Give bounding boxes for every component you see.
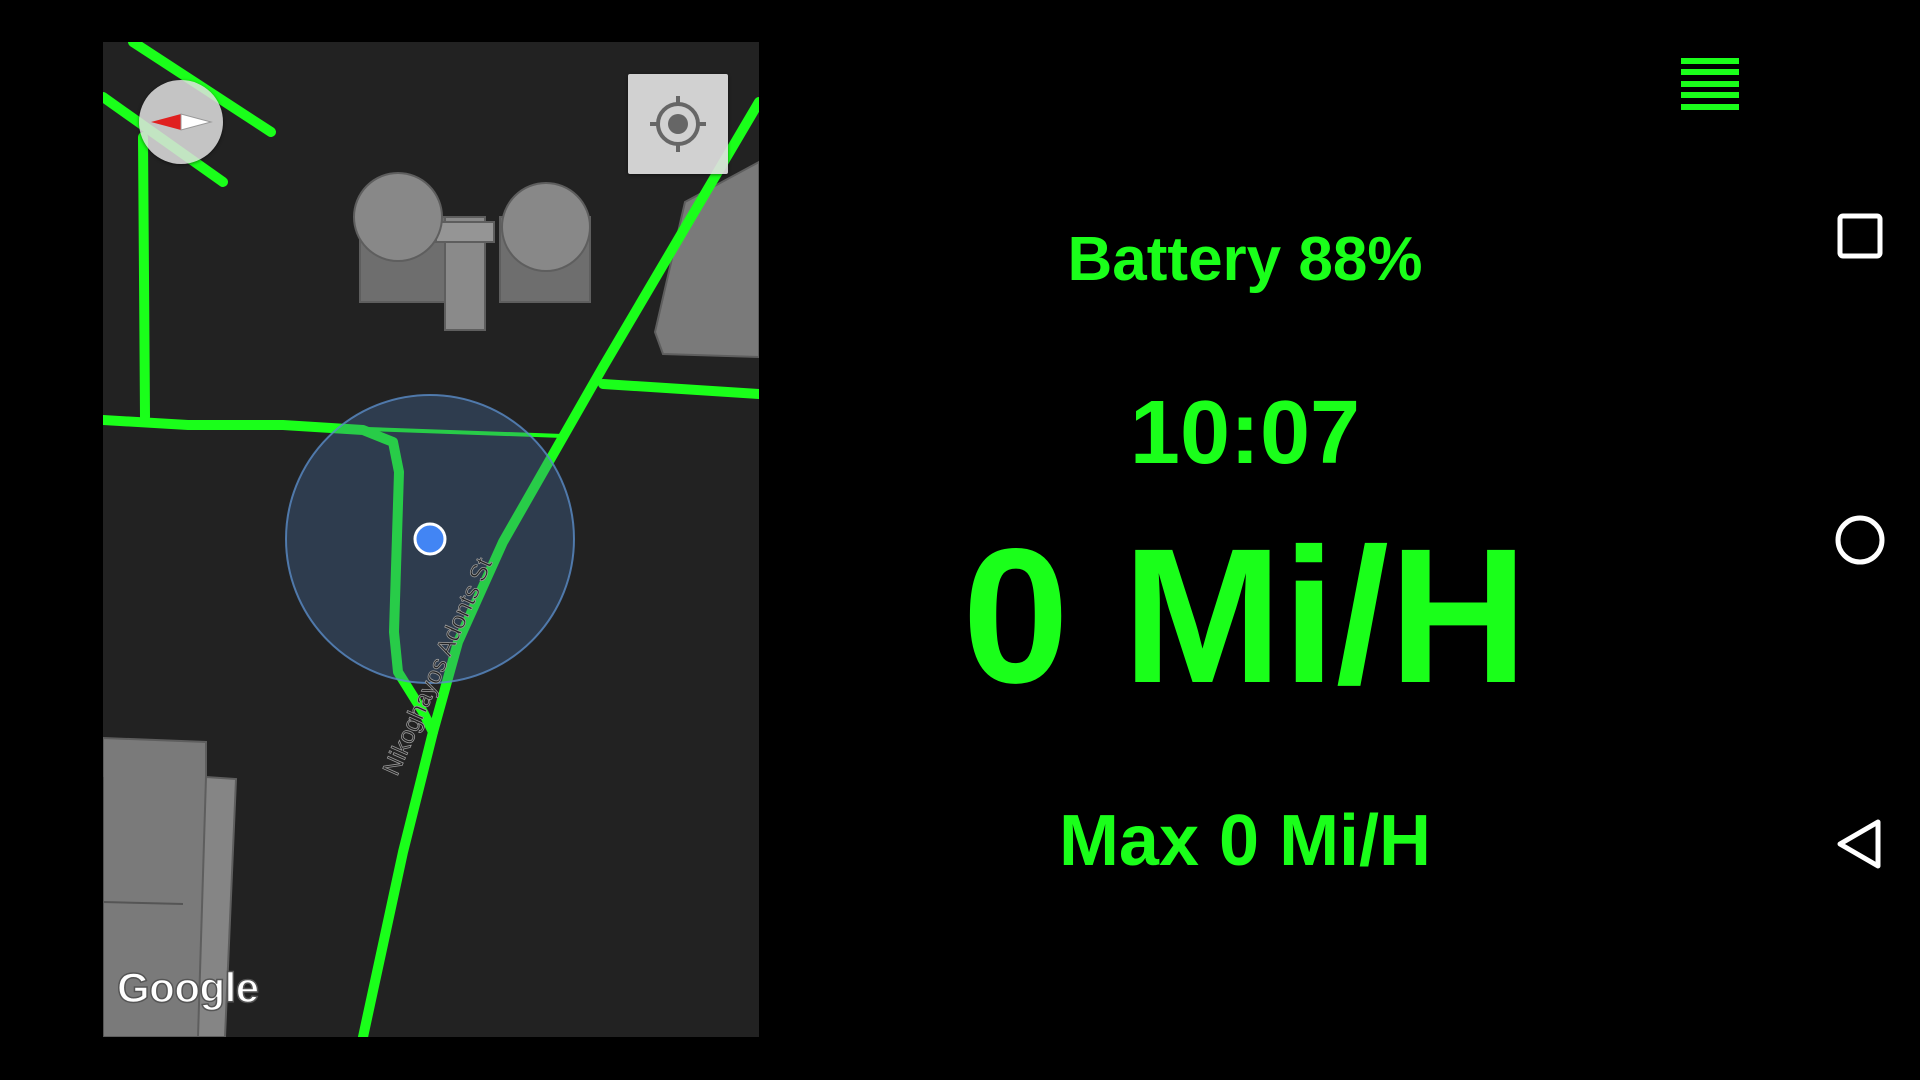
battery-level: Battery 88% [1067,225,1423,294]
screen: Nikoghayos Adonts St Google Battery 88% … [0,0,1920,1080]
map-view[interactable]: Nikoghayos Adonts St Google [103,42,759,1037]
back-icon [1837,819,1881,869]
my-location-button[interactable] [628,74,728,174]
home-icon [1835,515,1885,565]
menu-button[interactable] [1681,58,1739,110]
system-nav-bar [1800,0,1920,1080]
max-speed: Max 0 Mi/H [1058,801,1432,881]
my-location-icon [650,96,706,152]
current-speed: 0 Mi/H [962,508,1528,723]
google-logo: Google [116,963,260,1012]
home-button[interactable] [1830,510,1890,570]
location-dot [413,522,447,556]
compass-icon [151,113,213,131]
recents-icon [1837,213,1883,259]
compass-button[interactable] [139,80,223,164]
clock-time: 10:07 [1129,383,1361,483]
back-button[interactable] [1830,814,1890,874]
recents-button[interactable] [1830,206,1890,266]
map-canvas[interactable]: Nikoghayos Adonts St [103,42,759,1037]
